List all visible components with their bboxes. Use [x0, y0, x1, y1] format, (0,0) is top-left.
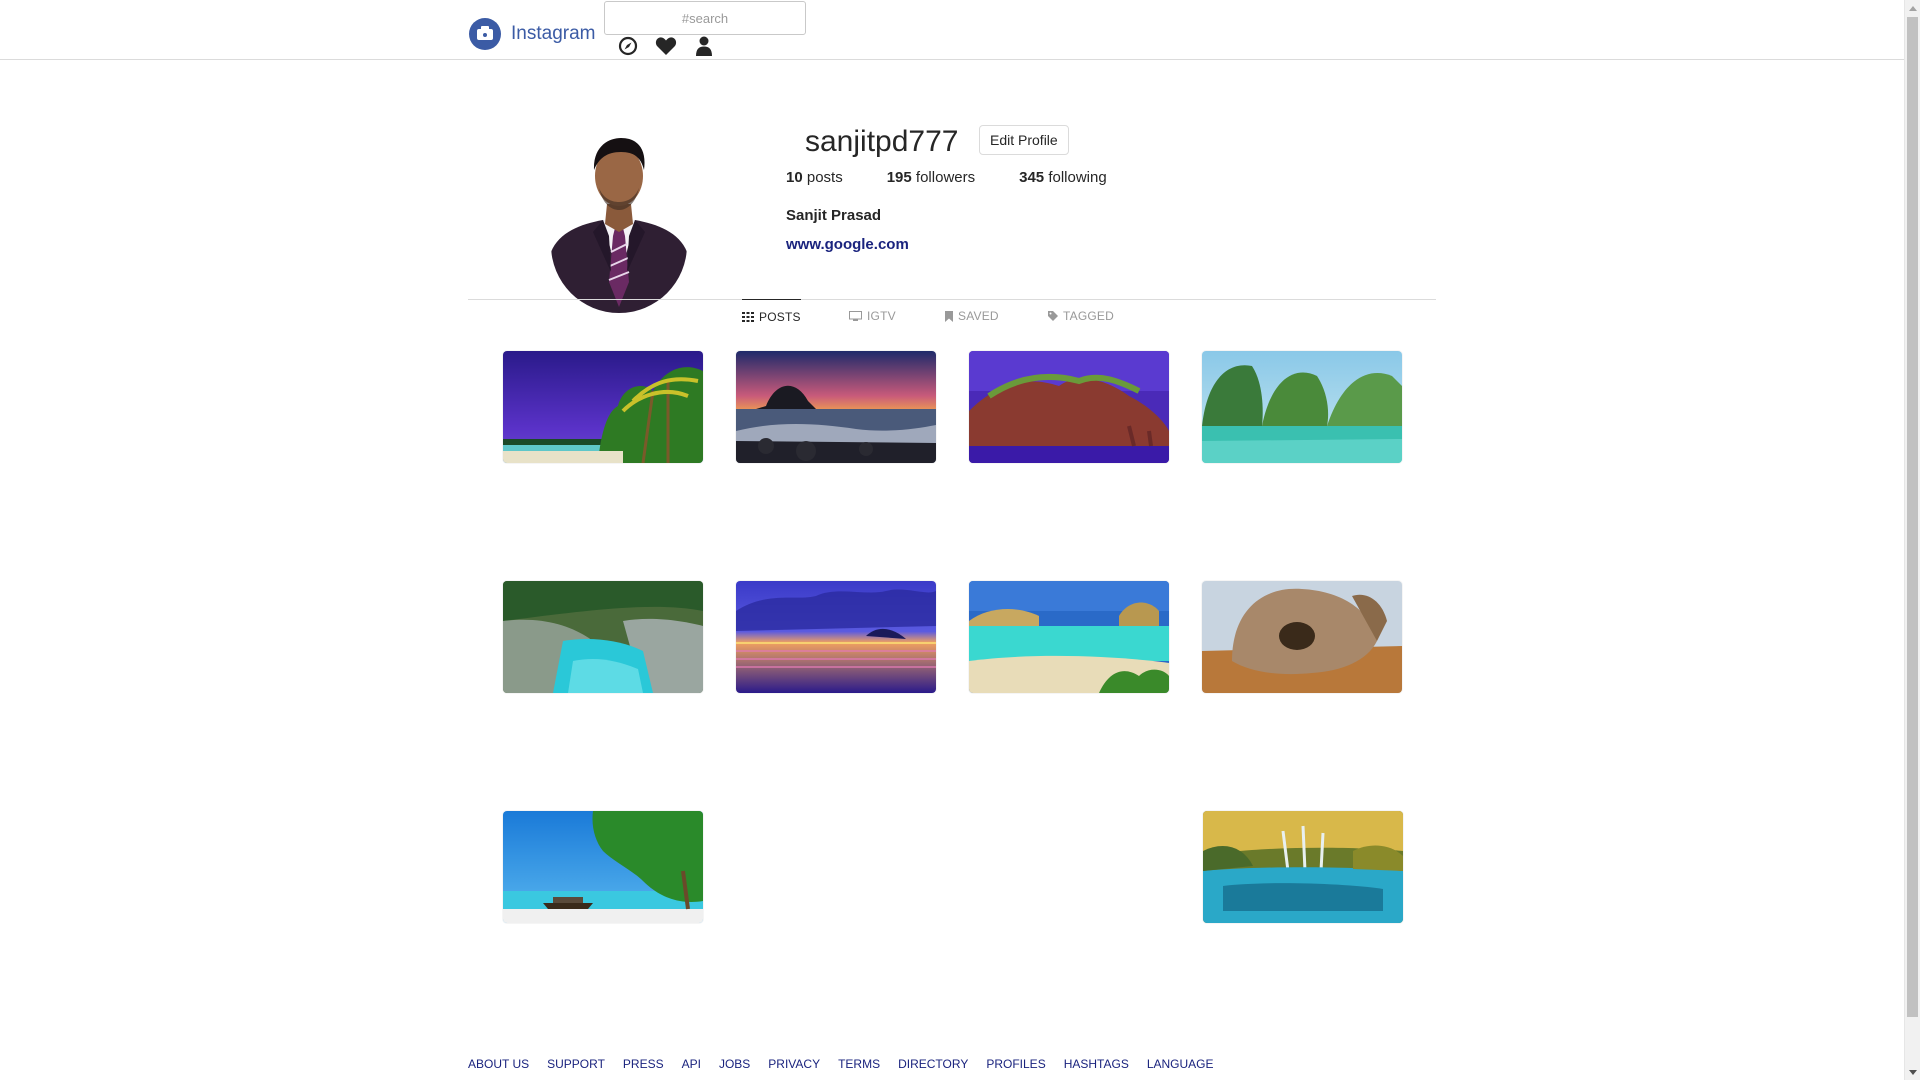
user-icon[interactable] — [693, 35, 715, 57]
post-forest-waterfall-lake[interactable] — [1203, 811, 1403, 923]
scroll-up-arrow-icon[interactable] — [1905, 0, 1920, 16]
following-label: following — [1048, 169, 1107, 186]
posts-label: posts — [806, 169, 843, 186]
tab-posts-label: POSTS — [759, 309, 801, 324]
page-scrollbar[interactable] — [1904, 0, 1920, 1080]
heart-icon[interactable] — [655, 35, 677, 57]
posts-stat: 10 posts — [786, 169, 843, 186]
following-count: 345 — [1019, 169, 1045, 186]
footer-link-about-us[interactable]: ABOUT US — [468, 1057, 529, 1071]
profile-website-link[interactable]: www.google.com — [786, 236, 909, 253]
footer-link-directory[interactable]: DIRECTORY — [898, 1057, 968, 1071]
tab-saved-label: SAVED — [958, 309, 999, 323]
post-beach-with-rocks[interactable] — [969, 581, 1169, 693]
tag-icon — [1048, 311, 1058, 321]
footer-link-api[interactable]: API — [682, 1057, 701, 1071]
scrollbar-thumb[interactable] — [1907, 17, 1918, 1017]
footer-link-terms[interactable]: TERMS — [838, 1057, 880, 1071]
top-navbar: Instagram — [0, 0, 1904, 60]
footer-link-hashtags[interactable]: HASHTAGS — [1064, 1057, 1129, 1071]
brand-name: Instagram — [511, 23, 596, 44]
post-turquoise-rocky-cove[interactable] — [503, 581, 703, 693]
followers-stat[interactable]: 195 followers — [887, 169, 975, 186]
post-purple-sea-cliffs[interactable] — [969, 351, 1169, 463]
footer-link-jobs[interactable]: JOBS — [719, 1057, 750, 1071]
profile-stats: 10 posts 195 followers 345 following — [786, 169, 1151, 186]
scroll-down-arrow-icon[interactable] — [1905, 1064, 1920, 1080]
footer-link-language[interactable]: LANGUAGE — [1147, 1057, 1214, 1071]
footer-link-press[interactable]: PRESS — [623, 1057, 664, 1071]
edit-profile-button[interactable]: Edit Profile — [979, 125, 1069, 155]
profile-full-name: Sanjit Prasad — [786, 207, 882, 224]
camera-icon — [469, 18, 501, 50]
post-sandstone-rock-formation[interactable] — [1202, 581, 1402, 693]
footer-link-privacy[interactable]: PRIVACY — [768, 1057, 820, 1071]
footer-link-profiles[interactable]: PROFILES — [986, 1057, 1045, 1071]
tab-igtv[interactable]: IGTV — [849, 299, 896, 333]
tab-tagged-label: TAGGED — [1063, 309, 1114, 323]
post-tropical-beach-palms[interactable] — [503, 351, 703, 463]
tab-saved[interactable]: SAVED — [945, 299, 999, 333]
following-stat[interactable]: 345 following — [1019, 169, 1107, 186]
footer-links: ABOUT US SUPPORT PRESS API JOBS PRIVACY … — [468, 1057, 1232, 1071]
brand-link[interactable]: Instagram — [469, 18, 595, 50]
nav-icons — [617, 35, 715, 57]
followers-count: 195 — [886, 169, 912, 186]
post-rocky-shore-sunset[interactable] — [736, 351, 936, 463]
post-boat-under-palm-tree[interactable] — [503, 811, 703, 923]
footer-link-support[interactable]: SUPPORT — [547, 1057, 605, 1071]
tv-icon — [849, 311, 862, 321]
post-green-lagoon-islands[interactable] — [1202, 351, 1402, 463]
bookmark-icon — [945, 310, 953, 322]
profile-username: sanjitpd777 — [805, 125, 959, 158]
post-purple-ocean-sunset[interactable] — [736, 581, 936, 693]
tab-posts[interactable]: POSTS — [742, 299, 801, 333]
grid-icon — [742, 311, 754, 322]
posts-count: 10 — [786, 169, 803, 186]
search-input[interactable] — [604, 1, 806, 35]
followers-label: followers — [915, 169, 976, 186]
compass-icon[interactable] — [617, 35, 639, 57]
profile-avatar[interactable] — [551, 132, 687, 313]
tab-igtv-label: IGTV — [867, 309, 896, 323]
tab-tagged[interactable]: TAGGED — [1048, 299, 1114, 333]
